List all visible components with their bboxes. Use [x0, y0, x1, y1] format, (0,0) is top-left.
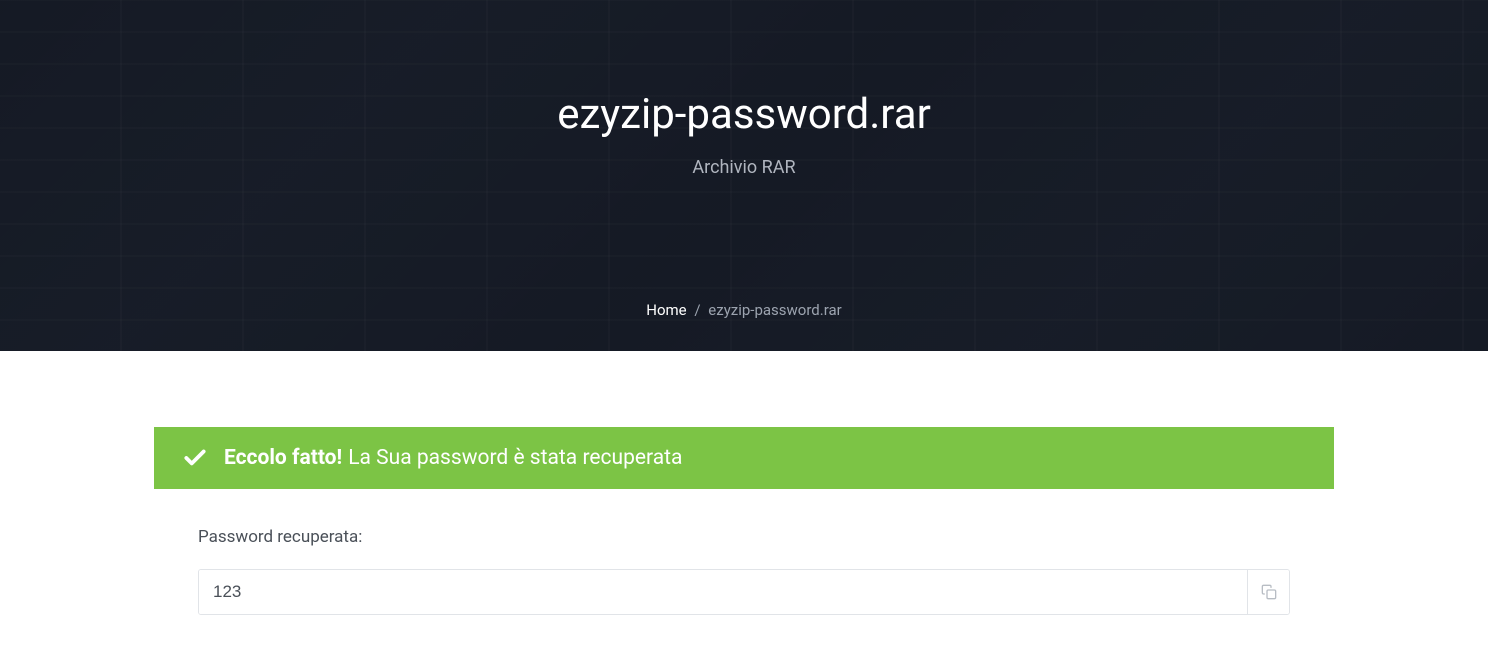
password-row	[198, 569, 1290, 615]
breadcrumb: Home / ezyzip-password.rar	[646, 301, 841, 319]
success-strong-text: Eccolo fatto!	[224, 446, 342, 470]
page-title: ezyzip-password.rar	[557, 90, 931, 139]
result-panel: Password recuperata:	[154, 489, 1334, 653]
success-banner: Eccolo fatto! La Sua password è stata re…	[154, 427, 1334, 489]
content-container: Eccolo fatto! La Sua password è stata re…	[154, 351, 1334, 653]
hero-section: ezyzip-password.rar Archivio RAR Home / …	[0, 0, 1488, 351]
breadcrumb-home-link[interactable]: Home	[646, 301, 686, 319]
page-subtitle: Archivio RAR	[692, 157, 795, 178]
copy-icon	[1261, 584, 1277, 600]
breadcrumb-separator: /	[694, 301, 700, 319]
success-message: La Sua password è stata recuperata	[348, 446, 682, 470]
result-label: Password recuperata:	[198, 527, 1290, 547]
password-input[interactable]	[199, 570, 1247, 614]
breadcrumb-current: ezyzip-password.rar	[708, 301, 841, 319]
check-icon	[182, 445, 208, 471]
copy-button[interactable]	[1247, 570, 1289, 614]
